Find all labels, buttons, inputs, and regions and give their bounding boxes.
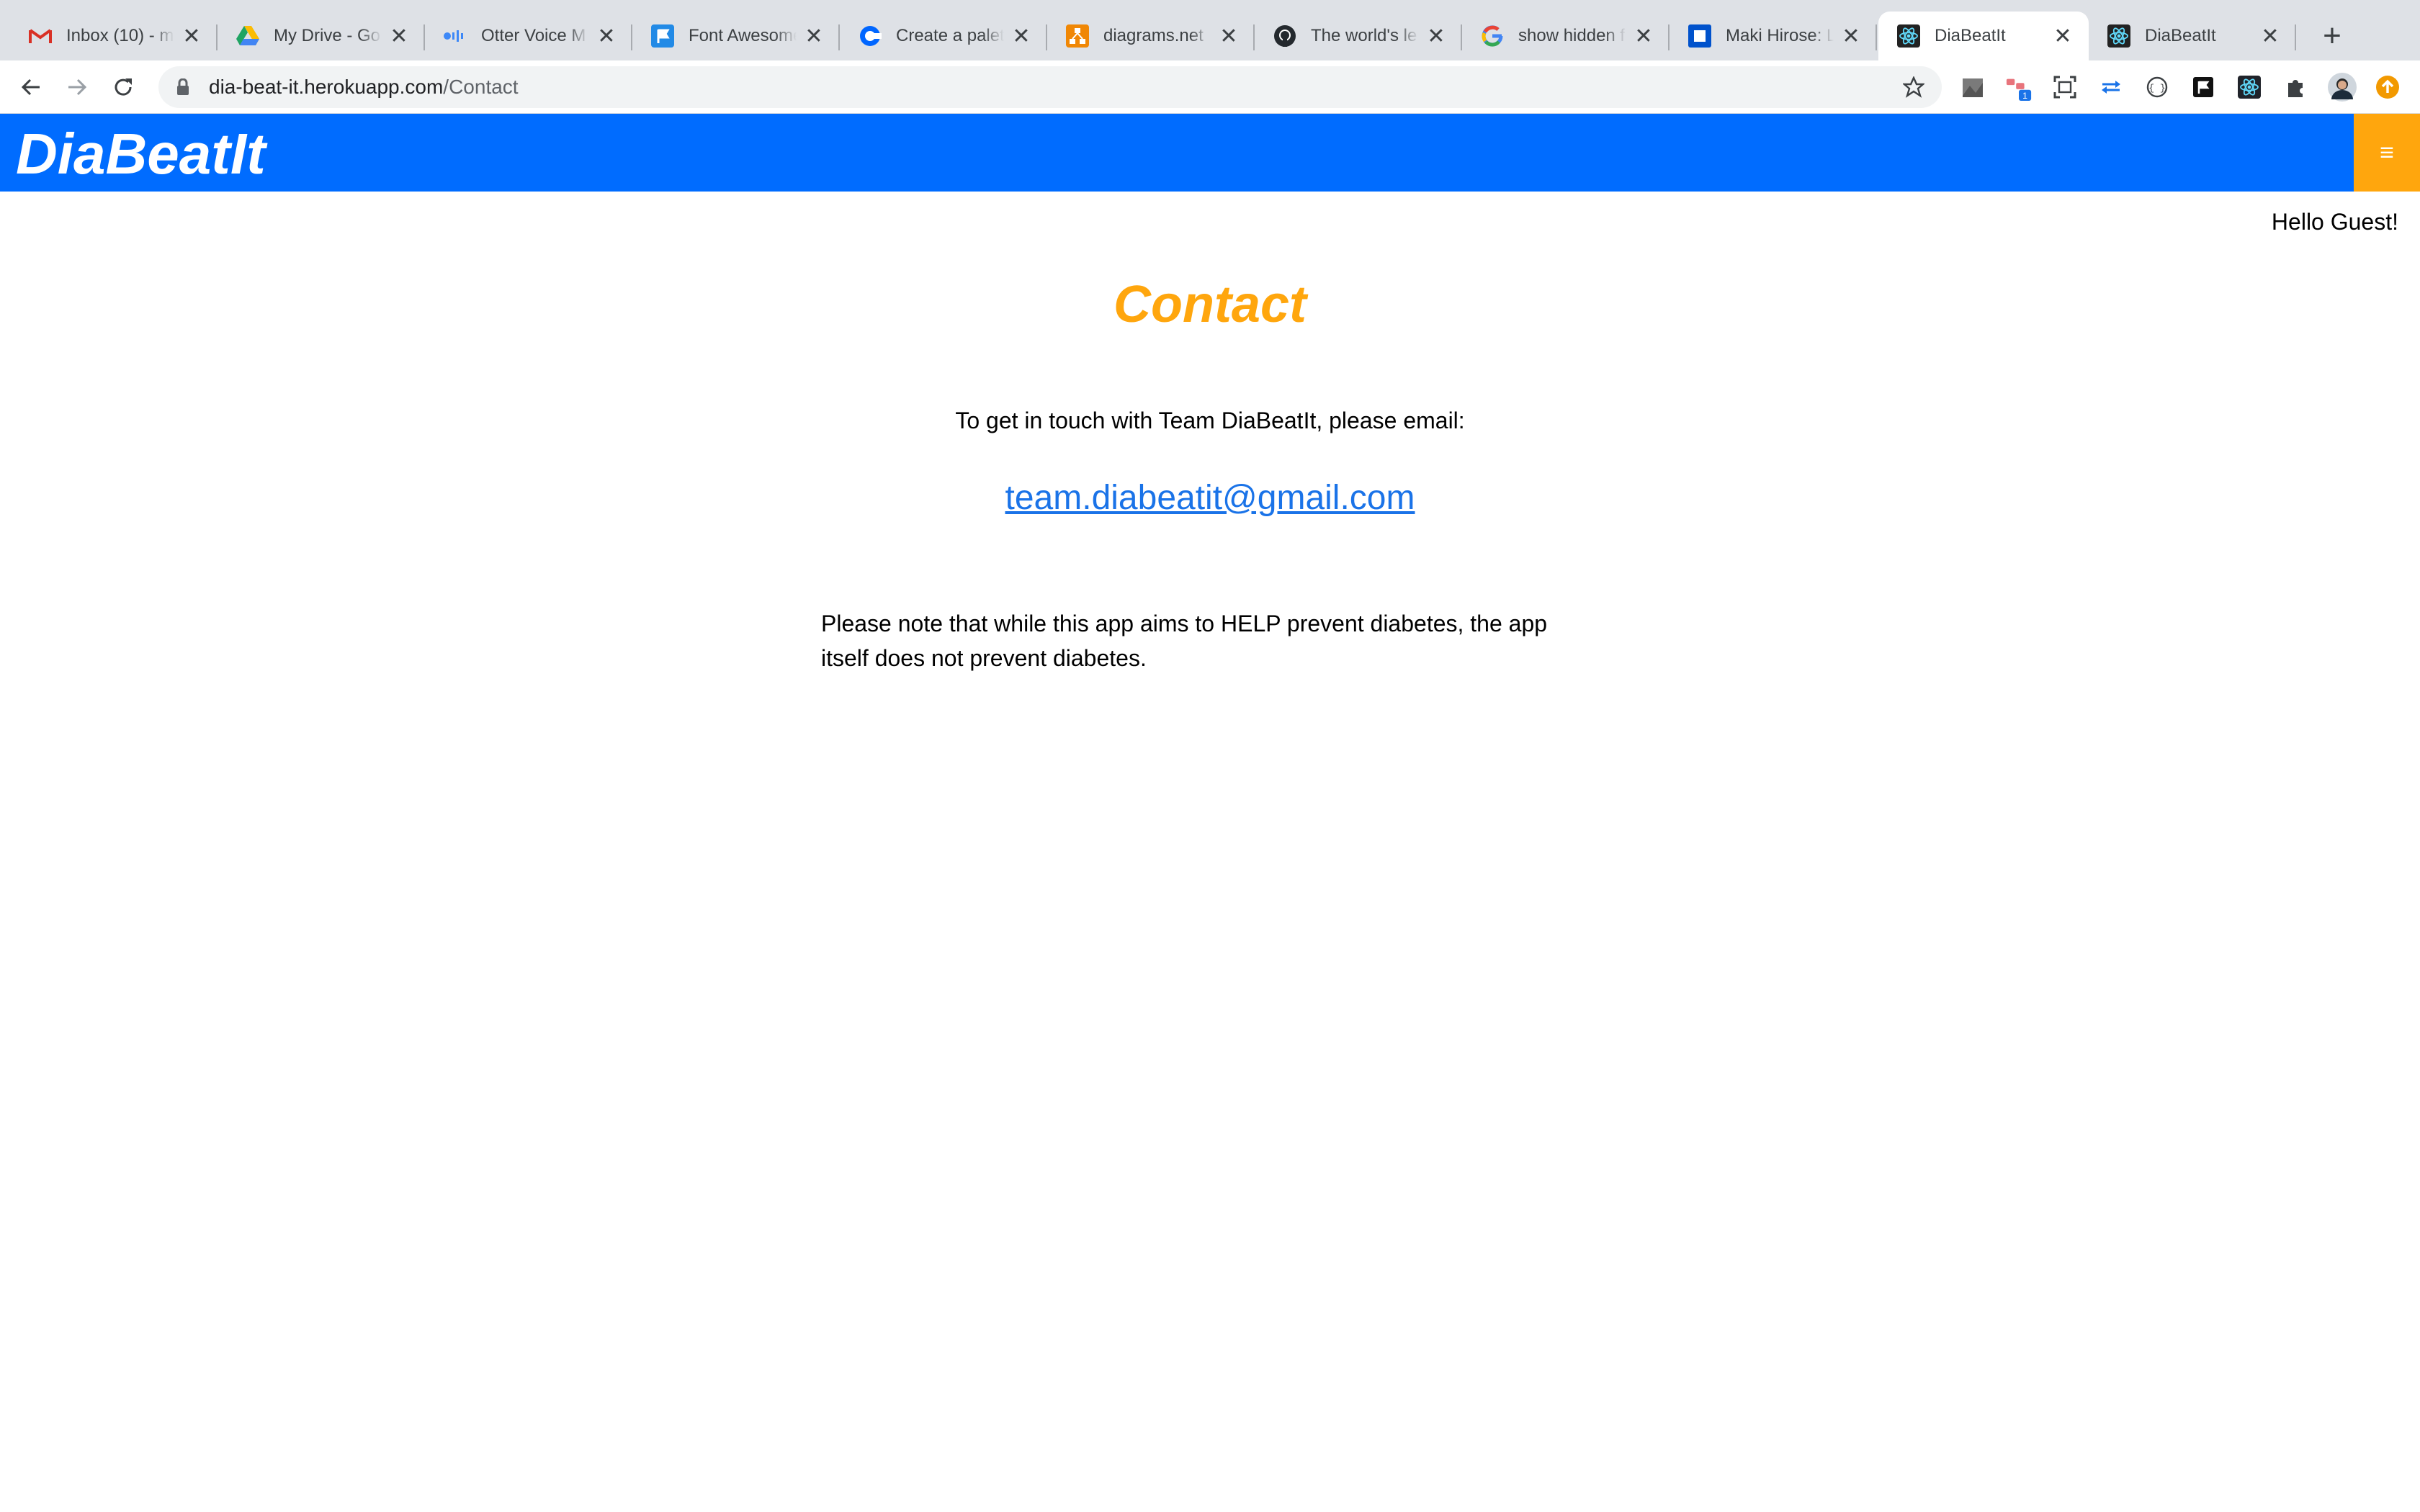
bookmark-star-icon[interactable] bbox=[1901, 75, 1926, 99]
react-icon bbox=[2107, 24, 2130, 48]
tab-diagrams[interactable]: diagrams.net ✕ bbox=[1047, 12, 1255, 60]
user-greeting: Hello Guest! bbox=[2271, 209, 2398, 235]
tab-otter[interactable]: Otter Voice M ✕ bbox=[425, 12, 632, 60]
tab-title: DiaBeatIt bbox=[2145, 26, 2216, 45]
back-button[interactable] bbox=[14, 71, 48, 104]
react-devtools-icon[interactable] bbox=[2236, 73, 2263, 101]
tab-title: show hidden f bbox=[1518, 26, 1626, 45]
disclaimer-note: Please note that while this app aims to … bbox=[821, 611, 1548, 671]
tab-diabeatit[interactable]: DiaBeatIt ✕ bbox=[2089, 12, 2296, 60]
otter-icon bbox=[444, 24, 467, 48]
hamburger-icon: ≡ bbox=[2380, 138, 2394, 166]
tab-gmail[interactable]: Inbox (10) - m ✕ bbox=[10, 12, 218, 60]
tab-title: diagrams.net bbox=[1103, 26, 1204, 45]
extension-grayscale-icon[interactable] bbox=[1959, 73, 1986, 101]
url-text: dia-beat-it.herokuapp.com/Contact bbox=[209, 76, 519, 99]
browser-toolbar: dia-beat-it.herokuapp.com/Contact 1 { } bbox=[0, 60, 2420, 114]
google-icon bbox=[1481, 24, 1504, 48]
tab-diabeatit-active[interactable]: DiaBeatIt ✕ bbox=[1878, 12, 2089, 60]
contact-intro-text: To get in touch with Team DiaBeatIt, ple… bbox=[955, 408, 1465, 433]
url-path: /Contact bbox=[443, 76, 519, 98]
close-icon[interactable]: ✕ bbox=[1217, 24, 1240, 48]
page-title: Contact bbox=[1113, 276, 1307, 333]
reload-button[interactable] bbox=[107, 71, 140, 104]
trello-icon bbox=[1688, 24, 1711, 48]
hamburger-menu-button[interactable]: ≡ bbox=[2354, 114, 2420, 192]
contact-email-wrapper: team.diabeatit@gmail.com bbox=[0, 478, 2420, 518]
app-header: DiaBeatIt ≡ bbox=[0, 114, 2420, 192]
close-icon[interactable]: ✕ bbox=[1632, 24, 1655, 48]
screenshot-extension-icon[interactable] bbox=[2051, 73, 2079, 101]
gmail-icon bbox=[29, 24, 52, 48]
brand-logo[interactable]: DiaBeatIt bbox=[16, 124, 266, 184]
tab-github[interactable]: The world's le ✕ bbox=[1255, 12, 1462, 60]
dev-tools-extension-icon[interactable]: { } bbox=[2143, 73, 2171, 101]
github-icon bbox=[1273, 24, 1296, 48]
flag-extension-icon[interactable] bbox=[2190, 73, 2217, 101]
tab-trello[interactable]: Maki Hirose: L ✕ bbox=[1670, 12, 1877, 60]
font-awesome-icon bbox=[651, 24, 674, 48]
close-icon[interactable]: ✕ bbox=[1010, 24, 1033, 48]
address-bar[interactable]: dia-beat-it.herokuapp.com/Contact bbox=[158, 66, 1942, 108]
tab-google-drive[interactable]: My Drive - Go ✕ bbox=[218, 12, 425, 60]
contact-email-link[interactable]: team.diabeatit@gmail.com bbox=[1005, 479, 1415, 517]
close-icon[interactable]: ✕ bbox=[802, 24, 825, 48]
puzzle-extensions-icon[interactable] bbox=[2282, 73, 2309, 101]
close-icon[interactable]: ✕ bbox=[1425, 24, 1448, 48]
url-host: dia-beat-it.herokuapp.com bbox=[209, 76, 444, 98]
coolors-icon bbox=[859, 24, 882, 48]
tab-font-awesome[interactable]: Font Awesome ✕ bbox=[632, 12, 840, 60]
lock-icon[interactable] bbox=[173, 77, 193, 97]
close-icon[interactable]: ✕ bbox=[2259, 24, 2282, 48]
back-arrow-icon bbox=[21, 78, 40, 96]
reload-icon bbox=[115, 78, 132, 96]
react-icon bbox=[1897, 24, 1920, 48]
tab-google-search[interactable]: show hidden f ✕ bbox=[1462, 12, 1670, 60]
tab-title: Font Awesome bbox=[689, 26, 797, 45]
close-icon[interactable]: ✕ bbox=[1839, 24, 1863, 48]
svg-text:{ }: { } bbox=[2148, 83, 2165, 94]
tab-title: My Drive - Go bbox=[274, 26, 381, 45]
arrows-extension-icon[interactable] bbox=[2097, 73, 2125, 101]
tab-title: Inbox (10) - m bbox=[66, 26, 174, 45]
extension-badge-icon[interactable]: 1 bbox=[2005, 73, 2033, 101]
close-icon[interactable]: ✕ bbox=[387, 24, 411, 48]
browser-tab-strip: Inbox (10) - m ✕ My Drive - Go ✕ Otter V… bbox=[0, 0, 2420, 60]
tab-title: Maki Hirose: L bbox=[1726, 26, 1834, 45]
forward-arrow-icon bbox=[68, 78, 87, 96]
tab-title: DiaBeatIt bbox=[1935, 26, 2006, 45]
close-icon[interactable]: ✕ bbox=[2051, 24, 2074, 48]
close-icon[interactable]: ✕ bbox=[595, 24, 618, 48]
diagrams-icon bbox=[1066, 24, 1089, 48]
google-drive-icon bbox=[236, 24, 259, 48]
new-tab-button[interactable]: + bbox=[2313, 17, 2351, 55]
close-icon[interactable]: ✕ bbox=[180, 24, 203, 48]
tab-coolors[interactable]: Create a palet ✕ bbox=[840, 12, 1047, 60]
forward-button[interactable] bbox=[60, 71, 94, 104]
tab-title: The world's le bbox=[1311, 26, 1417, 45]
tab-title: Create a palet bbox=[896, 26, 1004, 45]
extension-badge-count: 1 bbox=[2022, 91, 2027, 101]
update-icon[interactable] bbox=[2374, 73, 2401, 101]
tab-title: Otter Voice M bbox=[481, 26, 586, 45]
avatar[interactable] bbox=[2326, 71, 2358, 103]
